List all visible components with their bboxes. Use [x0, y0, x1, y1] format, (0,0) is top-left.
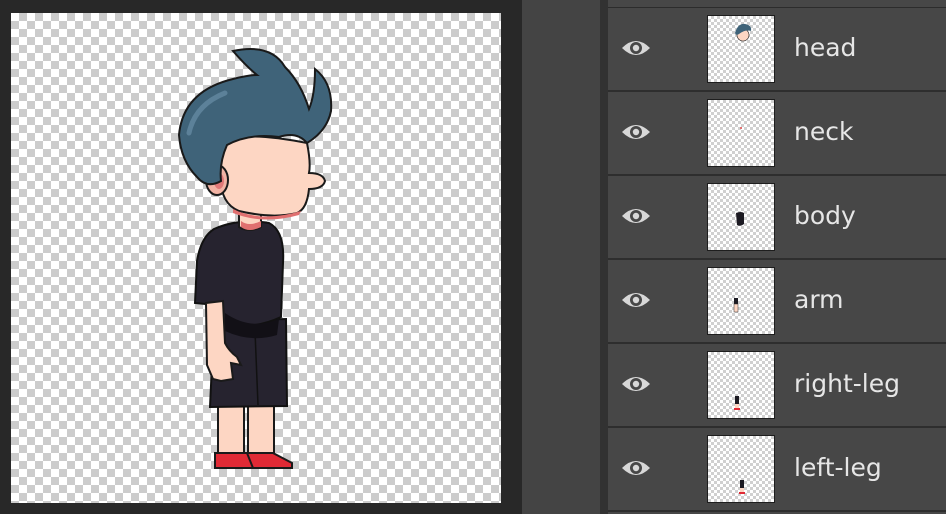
eye-icon[interactable] — [620, 372, 652, 396]
head-thumbnail — [707, 15, 775, 83]
layers-panel-top-edge — [608, 0, 946, 8]
layer-name[interactable]: neck — [794, 116, 853, 148]
layer-name[interactable]: body — [794, 200, 856, 232]
eye-icon[interactable] — [620, 288, 652, 312]
layer-row-body[interactable]: body — [608, 176, 946, 260]
character-artwork — [177, 48, 333, 469]
layer-row-neck[interactable]: neck — [608, 92, 946, 176]
right-leg-thumbnail — [707, 351, 775, 419]
layer-name[interactable]: arm — [794, 284, 844, 316]
eye-icon[interactable] — [620, 120, 652, 144]
layer-name[interactable]: right-leg — [794, 368, 900, 400]
neck-thumbnail — [707, 99, 775, 167]
arm-thumbnail — [707, 267, 775, 335]
eye-icon[interactable] — [620, 204, 652, 228]
layer-row-right-leg[interactable]: right-leg — [608, 344, 946, 428]
left-leg-thumbnail — [707, 435, 775, 503]
layer-row-arm[interactable]: arm — [608, 260, 946, 344]
canvas-area[interactable] — [0, 0, 522, 514]
layer-row-left-leg[interactable]: left-leg — [608, 428, 946, 512]
body-thumbnail — [707, 183, 775, 251]
layer-row-head[interactable]: head — [608, 8, 946, 92]
layer-name[interactable]: left-leg — [794, 452, 882, 484]
layers-panel: head neck body arm right-leg left-leg — [608, 0, 946, 514]
artboard[interactable] — [11, 13, 501, 503]
layer-name[interactable]: head — [794, 32, 856, 64]
eye-icon[interactable] — [620, 36, 652, 60]
panel-divider[interactable] — [600, 0, 608, 514]
panel-gutter — [522, 0, 600, 514]
eye-icon[interactable] — [620, 456, 652, 480]
